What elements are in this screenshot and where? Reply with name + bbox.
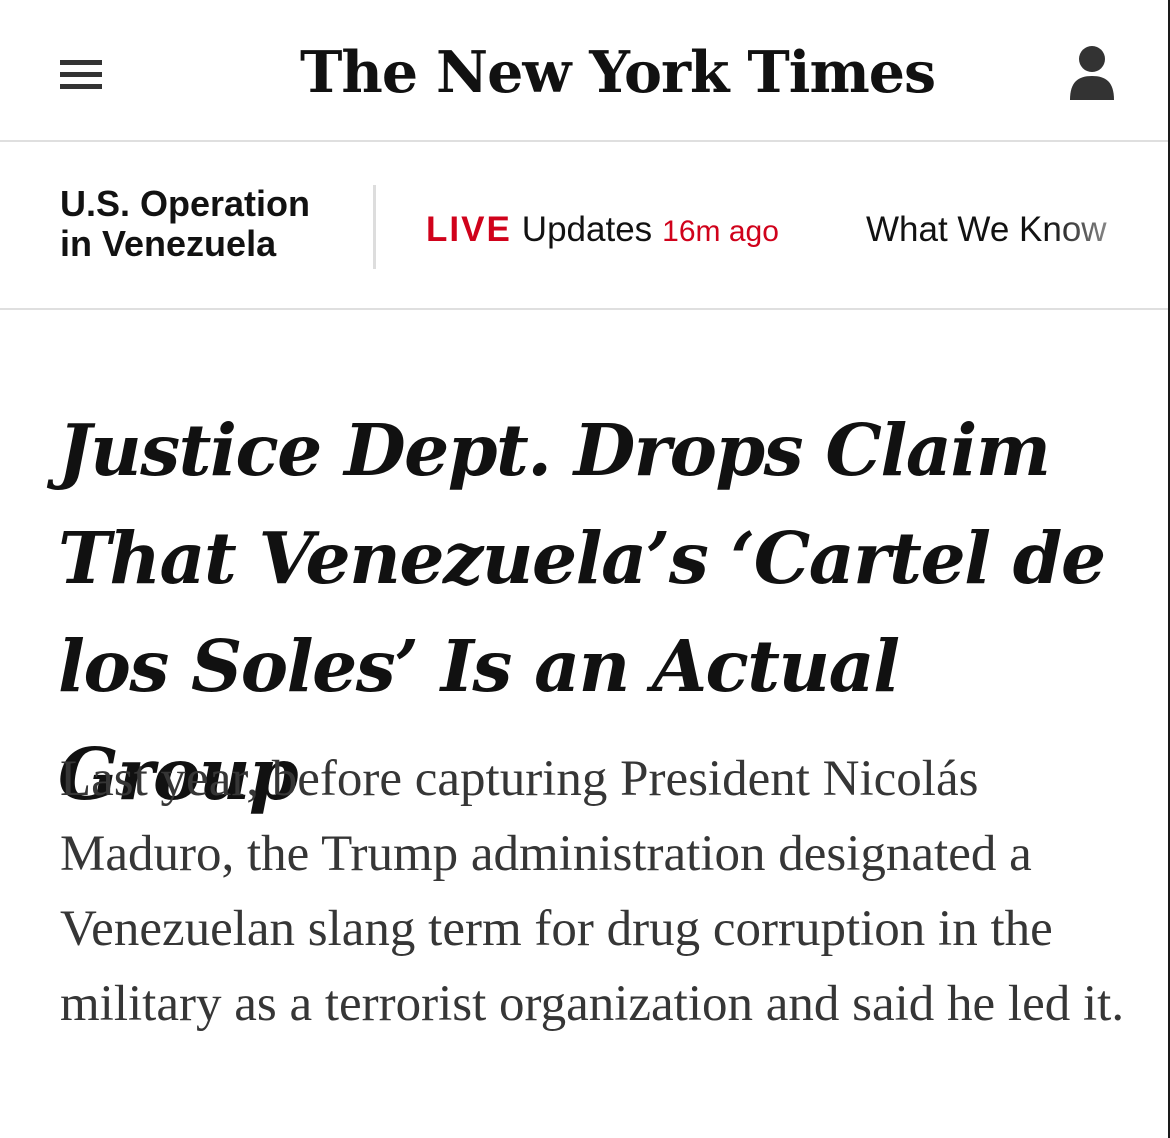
account-user-icon-svg: [1070, 46, 1114, 100]
live-badge: LIVE: [426, 210, 512, 249]
section-title-link[interactable]: U.S. Operation in Venezuela: [60, 184, 360, 264]
section-title-line1: U.S. Operation: [60, 183, 311, 224]
menu-bar-bottom: [60, 84, 102, 89]
masthead: The New York Times: [0, 0, 1168, 142]
nyt-logo[interactable]: The New York Times: [300, 28, 936, 118]
live-updated-timestamp: 16m ago: [662, 215, 779, 248]
menu-bar-top: [60, 60, 102, 65]
menu-bar-middle: [60, 72, 102, 77]
live-updates-label: Updates: [521, 210, 653, 249]
scroll-fade-overlay: [1048, 182, 1168, 272]
live-updates-link[interactable]: LIVE Updates 16m ago: [426, 208, 779, 252]
hamburger-menu-icon[interactable]: [60, 60, 104, 90]
article-summary: Last year, before capturing President Ni…: [60, 751, 1125, 1032]
section-divider: [373, 185, 376, 269]
section-nav: U.S. Operation in Venezuela LIVE Updates 1…: [0, 142, 1168, 310]
account-user-icon[interactable]: [1068, 44, 1116, 102]
section-title-line2: in Venezuela: [60, 223, 277, 264]
